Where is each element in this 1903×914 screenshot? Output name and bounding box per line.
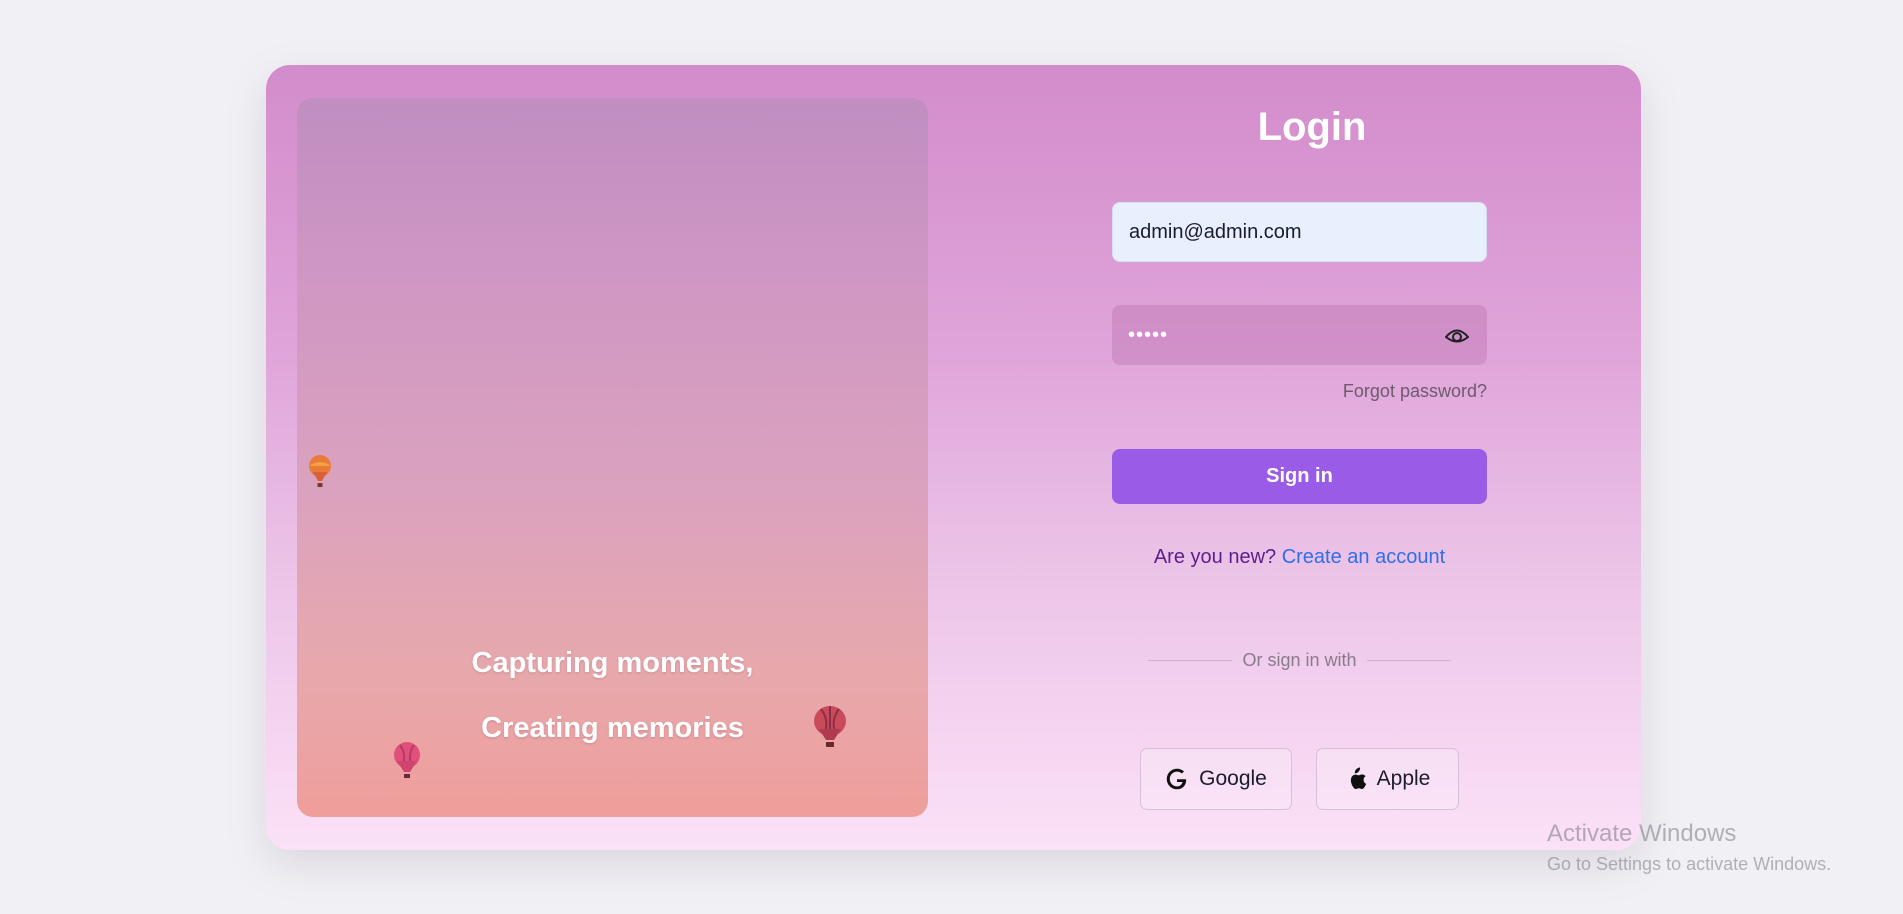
divider-line-left	[1148, 659, 1233, 661]
divider-text: Or sign in with	[1242, 649, 1357, 670]
apple-icon	[1350, 767, 1366, 790]
social-divider: Or sign in with	[1148, 649, 1452, 670]
watermark-subtitle: Go to Settings to activate Windows.	[1547, 854, 1832, 874]
new-user-text: Are you new?	[1153, 546, 1277, 568]
sign-in-button[interactable]: Sign in	[1112, 449, 1487, 504]
google-sign-in-button[interactable]: Google	[1140, 748, 1292, 810]
tagline-line-1: Capturing moments,	[471, 647, 754, 679]
login-card: Capturing moments, Creating memories Log…	[266, 65, 1641, 850]
page-title: Login	[1257, 105, 1367, 149]
hot-air-balloon-icon	[309, 455, 331, 487]
forgot-password-link[interactable]: Forgot password?	[1343, 381, 1487, 402]
tagline-line-2: Creating memories	[481, 712, 744, 744]
hot-air-balloon-icon	[394, 742, 420, 778]
apple-sign-in-button[interactable]: Apple	[1316, 748, 1459, 810]
google-icon	[1166, 768, 1187, 790]
email-field-wrapper	[1112, 202, 1487, 262]
hero-image: Capturing moments, Creating memories	[297, 98, 928, 817]
google-label: Google	[1199, 767, 1267, 790]
create-account-prompt: Are you new? Create an account	[1112, 546, 1487, 569]
email-input[interactable]	[1113, 203, 1486, 261]
eye-icon[interactable]	[1443, 322, 1471, 348]
divider-line-right	[1366, 659, 1452, 661]
apple-label: Apple	[1376, 767, 1431, 790]
create-account-link[interactable]: Create an account	[1282, 546, 1445, 568]
password-field-wrapper	[1112, 305, 1487, 365]
password-input[interactable]	[1112, 305, 1487, 365]
